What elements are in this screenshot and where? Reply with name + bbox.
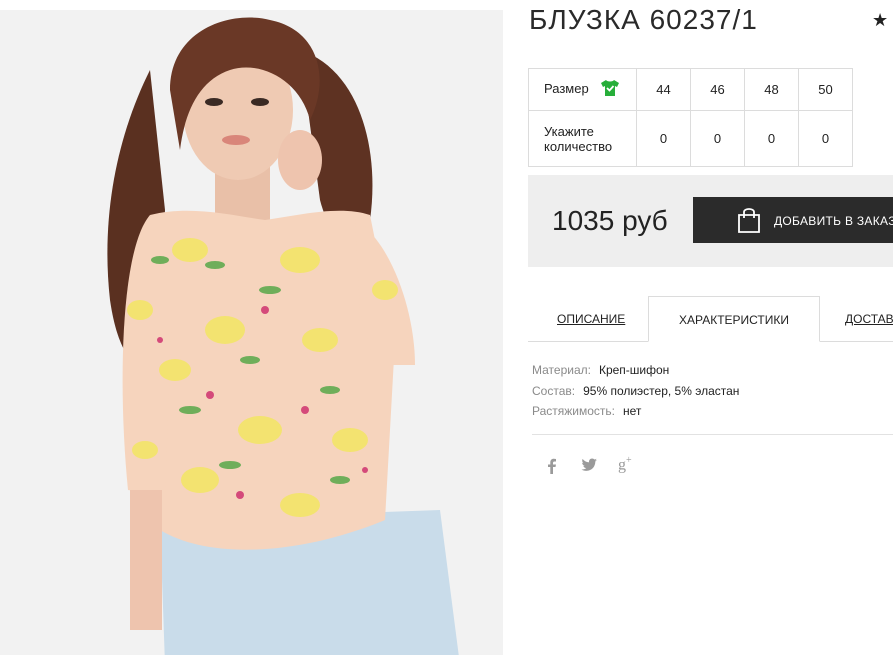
- section-divider: [532, 434, 893, 435]
- price-value: 1035 руб: [552, 205, 668, 236]
- size-row: Размер 44 46 48 50: [528, 68, 853, 111]
- tab-description[interactable]: ОПИСАНИЕ: [557, 296, 625, 342]
- spec-key: Состав:: [532, 383, 576, 398]
- quantity-input[interactable]: 0: [798, 110, 853, 167]
- size-option[interactable]: 50: [798, 68, 853, 111]
- price-box: 1035 руб ДОБАВИТЬ В ЗАКАЗ: [528, 175, 893, 267]
- quantity-row: Укажите количество 0 0 0 0: [528, 110, 853, 167]
- twitter-icon[interactable]: [581, 458, 597, 476]
- quantity-input[interactable]: 0: [690, 110, 745, 167]
- size-quantity-table: Размер 44 46 48 50 Укажите количество 0 …: [528, 68, 853, 167]
- spec-row: Растяжимость: нет: [532, 401, 739, 422]
- size-label: Размер: [544, 80, 589, 96]
- size-chart-icon[interactable]: [600, 79, 620, 100]
- spec-value: 95% полиэстер, 5% эластан: [583, 383, 740, 398]
- tab-delivery[interactable]: ДОСТАВКА: [845, 296, 893, 342]
- spec-row: Материал: Креп-шифон: [532, 360, 739, 381]
- add-to-order-button[interactable]: ДОБАВИТЬ В ЗАКАЗ: [693, 197, 893, 243]
- spec-value: нет: [623, 404, 642, 418]
- facebook-icon[interactable]: [546, 458, 558, 478]
- quantity-label-cell: Укажите количество: [528, 110, 637, 167]
- quantity-label-line1: Укажите: [544, 123, 594, 139]
- spec-value: Креп-шифон: [598, 363, 670, 377]
- star-icon[interactable]: ★: [872, 10, 888, 31]
- add-to-order-label: ДОБАВИТЬ В ЗАКАЗ: [774, 214, 893, 228]
- google-plus-icon[interactable]: g+: [618, 455, 632, 474]
- spec-key: Растяжимость:: [532, 404, 616, 418]
- quantity-input[interactable]: 0: [636, 110, 691, 167]
- size-option[interactable]: 46: [690, 68, 745, 111]
- product-title: БЛУЗКА 60237/1: [529, 4, 758, 35]
- size-label-cell: Размер: [528, 68, 637, 111]
- tab-characteristics[interactable]: ХАРАКТЕРИСТИКИ: [648, 296, 820, 342]
- size-option[interactable]: 48: [744, 68, 799, 111]
- model-illustration: [0, 10, 503, 655]
- spec-row: Состав: 95% полиэстер, 5% эластан: [532, 381, 739, 402]
- quantity-input[interactable]: 0: [744, 110, 799, 167]
- shopping-bag-icon: [735, 206, 763, 239]
- spec-key: Материал:: [532, 363, 591, 377]
- size-option[interactable]: 44: [636, 68, 691, 111]
- characteristics-list: Материал: Креп-шифон Состав: 95% полиэстер…: [532, 360, 739, 422]
- quantity-label-line2: количество: [544, 138, 613, 154]
- product-photo[interactable]: [0, 10, 503, 655]
- product-tabs: ОПИСАНИЕ ХАРАКТЕРИСТИКИ ДОСТАВКА: [528, 296, 893, 342]
